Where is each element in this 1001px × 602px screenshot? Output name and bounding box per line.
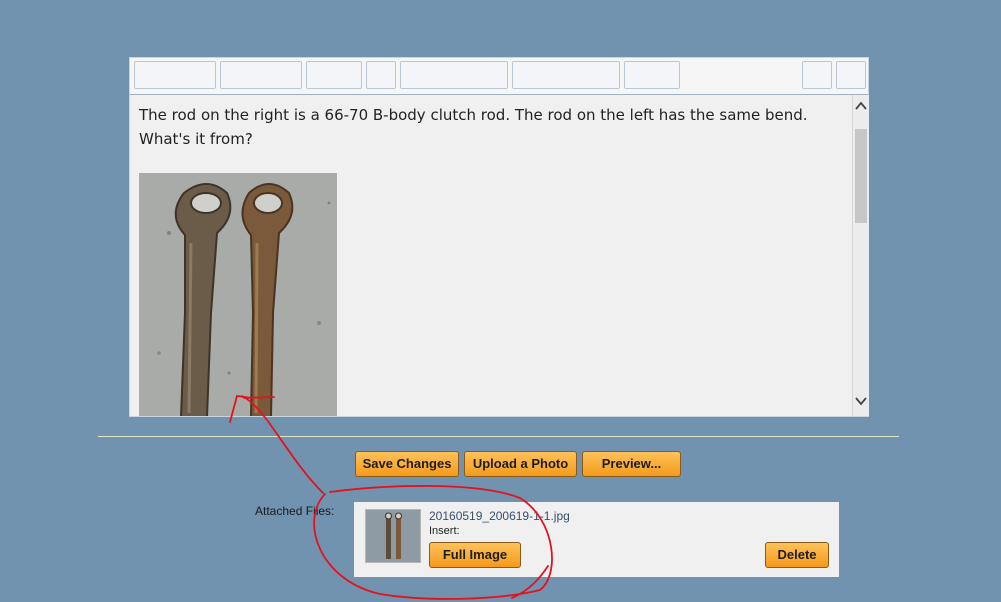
toolbar-button-group-1[interactable]: [400, 61, 508, 89]
editor-scrollbar[interactable]: [852, 95, 869, 416]
post-text-line-2: What's it from?: [139, 130, 253, 148]
full-image-button[interactable]: Full Image: [429, 542, 521, 568]
editor-toolbar: [130, 58, 868, 95]
post-text: The rod on the right is a 66-70 B-body c…: [139, 103, 839, 151]
toolbar-dropdown-2[interactable]: [220, 61, 302, 89]
insert-label: Insert:: [429, 525, 460, 537]
chevron-up-icon[interactable]: [853, 97, 869, 115]
attached-files-label: Attached Files:: [255, 504, 335, 518]
toolbar-dropdown-3[interactable]: [306, 61, 362, 89]
chevron-down-icon[interactable]: [853, 392, 869, 410]
toolbar-dropdown-1[interactable]: [134, 61, 216, 89]
divider: [98, 436, 899, 437]
attachment-thumbnail[interactable]: [365, 509, 421, 563]
embedded-photo: [139, 173, 337, 416]
scrollbar-thumb[interactable]: [855, 129, 867, 223]
toolbar-button-group-2[interactable]: [512, 61, 620, 89]
preview-button[interactable]: Preview...: [582, 451, 681, 477]
attachment-item: 20160519_200619-1-1.jpg Insert: Full Ima…: [354, 502, 839, 577]
toolbar-button-1[interactable]: [366, 61, 396, 89]
post-editor[interactable]: The rod on the right is a 66-70 B-body c…: [129, 57, 869, 417]
toolbar-button-3[interactable]: [836, 61, 866, 89]
upload-photo-button[interactable]: Upload a Photo: [464, 451, 577, 477]
attachment-filename-link[interactable]: 20160519_200619-1-1.jpg: [429, 509, 570, 523]
editor-content[interactable]: The rod on the right is a 66-70 B-body c…: [130, 95, 851, 416]
toolbar-button-group-3[interactable]: [624, 61, 680, 89]
save-changes-button[interactable]: Save Changes: [355, 451, 459, 477]
toolbar-button-2[interactable]: [802, 61, 832, 89]
delete-button[interactable]: Delete: [765, 542, 829, 568]
post-text-line-1: The rod on the right is a 66-70 B-body c…: [139, 106, 808, 124]
